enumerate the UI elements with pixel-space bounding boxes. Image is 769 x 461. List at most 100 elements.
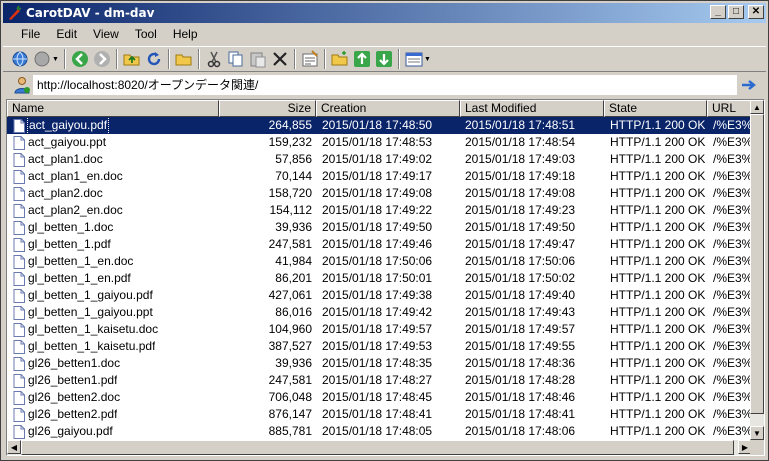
minimize-button[interactable]: _ (710, 5, 726, 19)
toolbar: ▼ ▼ (3, 46, 766, 72)
user-icon (14, 77, 30, 94)
table-row[interactable]: gl_betten_1_kaisetu.doc 104,960 2015/01/18… (7, 321, 752, 338)
menu-help[interactable]: Help (165, 24, 206, 44)
table-row[interactable]: gl_betten_1_gaiyou.ppt 86,016 2015/01/18 1… (7, 304, 752, 321)
menu-view[interactable]: View (85, 24, 127, 44)
scroll-left-button[interactable]: ◀ (7, 440, 21, 454)
file-name-cell[interactable]: gl26_betten2.doc (7, 389, 219, 406)
table-row[interactable]: gl_betten_1_en.pdf 86,201 2015/01/18 17:50… (7, 270, 752, 287)
file-state: HTTP/1.1 200 OK (610, 305, 706, 319)
file-size: 158,720 (268, 186, 312, 200)
menu-file[interactable]: File (13, 24, 48, 44)
table-row[interactable]: gl26_betten1.doc 39,936 2015/01/18 17:48:3… (7, 355, 752, 372)
delete-button[interactable] (269, 48, 291, 70)
file-rows: act_gaiyou.pdf 264,855 2015/01/18 17:48:50… (7, 117, 752, 440)
column-header-size[interactable]: Size (219, 100, 316, 117)
table-row[interactable]: act_plan1_en.doc 70,144 2015/01/18 17:49:1… (7, 168, 752, 185)
file-state: HTTP/1.1 200 OK (610, 254, 706, 268)
back-button[interactable] (69, 48, 91, 70)
file-icon (13, 305, 25, 320)
file-name-cell[interactable]: gl26_betten1.doc (7, 355, 219, 372)
horizontal-scrollbar[interactable]: ◀ ▶ (7, 440, 764, 455)
file-name-cell[interactable]: gl_betten_1_kaisetu.pdf (7, 338, 219, 355)
view-mode-button[interactable]: ▼ (403, 48, 433, 70)
file-name-cell[interactable]: act_gaiyou.ppt (7, 134, 219, 151)
copy-icon (228, 51, 243, 67)
file-list-view[interactable]: Name Size Creation Last Modified State U… (6, 99, 765, 456)
file-icon (13, 237, 25, 252)
column-header-last-modified[interactable]: Last Modified (460, 100, 604, 117)
connect-button[interactable] (9, 48, 31, 70)
vertical-scroll-thumb[interactable] (750, 114, 764, 414)
vertical-scrollbar[interactable]: ▲ ▼ (750, 100, 764, 440)
column-header-creation[interactable]: Creation (316, 100, 460, 117)
table-row[interactable]: gl_betten_1_gaiyou.pdf 427,061 2015/01/18 … (7, 287, 752, 304)
file-name: act_plan1_en.doc (28, 169, 123, 183)
file-name-cell[interactable]: gl_betten_1_kaisetu.doc (7, 321, 219, 338)
file-name-cell[interactable]: gl26_betten2.pdf (7, 406, 219, 423)
file-name: gl_betten_1.pdf (28, 237, 111, 251)
menu-tool[interactable]: Tool (127, 24, 165, 44)
table-row[interactable]: gl26_gaiyou.pdf 885,781 2015/01/18 17:48:0… (7, 423, 752, 440)
table-row[interactable]: act_gaiyou.ppt 159,232 2015/01/18 17:48:53… (7, 134, 752, 151)
file-name-cell[interactable]: gl26_betten1.pdf (7, 372, 219, 389)
maximize-button[interactable]: □ (728, 5, 744, 19)
file-state: HTTP/1.1 200 OK (610, 220, 706, 234)
scroll-down-button[interactable]: ▼ (750, 426, 764, 440)
disconnect-button[interactable]: ▼ (31, 48, 61, 70)
file-state: HTTP/1.1 200 OK (610, 169, 706, 183)
file-name: gl26_betten1.pdf (28, 373, 118, 387)
refresh-button[interactable] (143, 48, 165, 70)
file-name-cell[interactable]: gl_betten_1.doc (7, 219, 219, 236)
file-modified-date: 2015/01/18 17:48:36 (465, 356, 576, 370)
file-name-cell[interactable]: act_plan1.doc (7, 151, 219, 168)
file-modified-date: 2015/01/18 17:50:02 (465, 271, 576, 285)
horizontal-scroll-thumb[interactable] (21, 440, 734, 455)
file-name-cell[interactable]: act_plan1_en.doc (7, 168, 219, 185)
table-row[interactable]: gl_betten_1_en.doc 41,984 2015/01/18 17:50… (7, 253, 752, 270)
menu-edit[interactable]: Edit (48, 24, 85, 44)
column-header-name[interactable]: Name (7, 100, 219, 117)
file-size: 427,061 (268, 288, 312, 302)
table-row[interactable]: gl26_betten2.pdf 876,147 2015/01/18 17:48:… (7, 406, 752, 423)
upload-button[interactable] (351, 48, 373, 70)
file-name-cell[interactable]: gl_betten_1_en.doc (7, 253, 219, 270)
download-button[interactable] (373, 48, 395, 70)
file-name-cell[interactable]: act_gaiyou.pdf (7, 117, 219, 134)
file-name-cell[interactable]: gl_betten_1_en.pdf (7, 270, 219, 287)
file-size: 104,960 (268, 322, 312, 336)
scroll-up-button[interactable]: ▲ (750, 100, 764, 114)
table-row[interactable]: gl26_betten1.pdf 247,581 2015/01/18 17:48:… (7, 372, 752, 389)
copy-button[interactable] (225, 48, 247, 70)
up-folder-button[interactable] (121, 48, 143, 70)
scrollbar-corner (750, 440, 764, 455)
file-name-cell[interactable]: gl_betten_1.pdf (7, 236, 219, 253)
file-name-cell[interactable]: act_plan2.doc (7, 185, 219, 202)
file-name-cell[interactable]: act_plan2_en.doc (7, 202, 219, 219)
table-row[interactable]: gl_betten_1.doc 39,936 2015/01/18 17:49:50… (7, 219, 752, 236)
title-bar[interactable]: CarotDAV - dm-dav _ □ ✕ (3, 3, 766, 23)
table-row[interactable]: gl26_betten2.doc 706,048 2015/01/18 17:48:… (7, 389, 752, 406)
cut-button[interactable] (203, 48, 225, 70)
forward-button[interactable] (91, 48, 113, 70)
file-url: /%E3%8 (713, 220, 752, 234)
file-creation-date: 2015/01/18 17:49:17 (322, 169, 433, 183)
file-name-cell[interactable]: gl_betten_1_gaiyou.ppt (7, 304, 219, 321)
properties-button[interactable] (299, 48, 321, 70)
address-input[interactable] (33, 75, 737, 95)
table-row[interactable]: act_plan1.doc 57,856 2015/01/18 17:49:02 20… (7, 151, 752, 168)
file-name-cell[interactable]: gl_betten_1_gaiyou.pdf (7, 287, 219, 304)
table-row[interactable]: gl_betten_1_kaisetu.pdf 387,527 2015/01/18… (7, 338, 752, 355)
file-name-cell[interactable]: gl26_gaiyou.pdf (7, 423, 219, 440)
new-folder-button[interactable] (329, 48, 351, 70)
paste-button[interactable] (247, 48, 269, 70)
table-row[interactable]: gl_betten_1.pdf 247,581 2015/01/18 17:49:4… (7, 236, 752, 253)
table-row[interactable]: act_gaiyou.pdf 264,855 2015/01/18 17:48:50… (7, 117, 752, 134)
column-header-state[interactable]: State (604, 100, 707, 117)
open-folder-button[interactable] (173, 48, 195, 70)
go-button[interactable] (740, 76, 758, 94)
column-header-url[interactable]: URL (707, 100, 752, 117)
close-button[interactable]: ✕ (748, 5, 764, 19)
table-row[interactable]: act_plan2_en.doc 154,112 2015/01/18 17:49:… (7, 202, 752, 219)
table-row[interactable]: act_plan2.doc 158,720 2015/01/18 17:49:08 2… (7, 185, 752, 202)
